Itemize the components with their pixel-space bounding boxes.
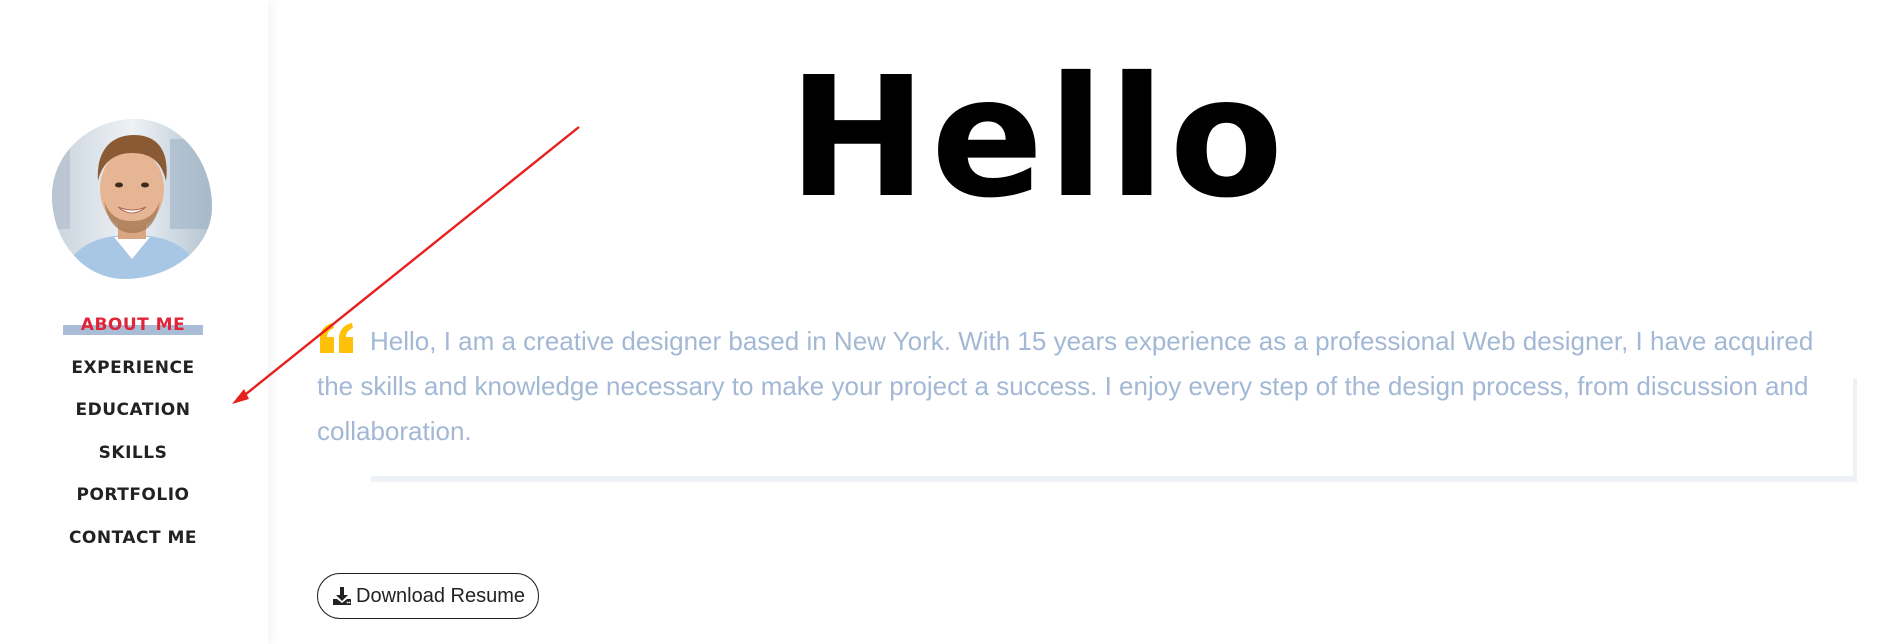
download-resume-label[interactable]: Download Resume: [356, 585, 525, 608]
intro-paragraph: Hello, I am a creative designer based in…: [317, 319, 1827, 454]
nav-item-education[interactable]: EDUCATION: [0, 389, 266, 432]
nav-item-label[interactable]: ABOUT ME: [62, 315, 204, 336]
nav-item-portfolio[interactable]: PORTFOLIO: [0, 474, 266, 517]
avatar-photo: [52, 119, 212, 279]
download-icon: [333, 587, 351, 605]
nav-item-contact-me[interactable]: CONTACT ME: [0, 517, 266, 560]
nav-item-experience[interactable]: EXPERIENCE: [0, 347, 266, 390]
main-content: Hello Hello, I am a creative designer ba…: [268, 0, 1878, 644]
quote-icon: [320, 323, 353, 353]
intro-divider: [371, 476, 1857, 482]
download-resume-button[interactable]: Download Resume: [317, 573, 539, 619]
sidebar: ABOUT ME EXPERIENCE EDUCATION SKILLS POR…: [0, 0, 268, 644]
sidebar-nav: ABOUT ME EXPERIENCE EDUCATION SKILLS POR…: [0, 304, 266, 559]
profile-avatar: [52, 119, 212, 279]
nav-item-about-me[interactable]: ABOUT ME: [0, 304, 266, 347]
nav-item-label[interactable]: SKILLS: [99, 443, 168, 463]
nav-item-label[interactable]: EDUCATION: [76, 400, 191, 420]
nav-item-label[interactable]: PORTFOLIO: [76, 485, 189, 505]
intro-side-divider: [1853, 378, 1857, 482]
nav-item-label[interactable]: EXPERIENCE: [71, 358, 194, 378]
page-title: Hello: [788, 42, 1288, 235]
nav-item-label[interactable]: CONTACT ME: [69, 528, 197, 548]
nav-item-skills[interactable]: SKILLS: [0, 432, 266, 475]
intro-text: Hello, I am a creative designer based in…: [317, 326, 1814, 446]
